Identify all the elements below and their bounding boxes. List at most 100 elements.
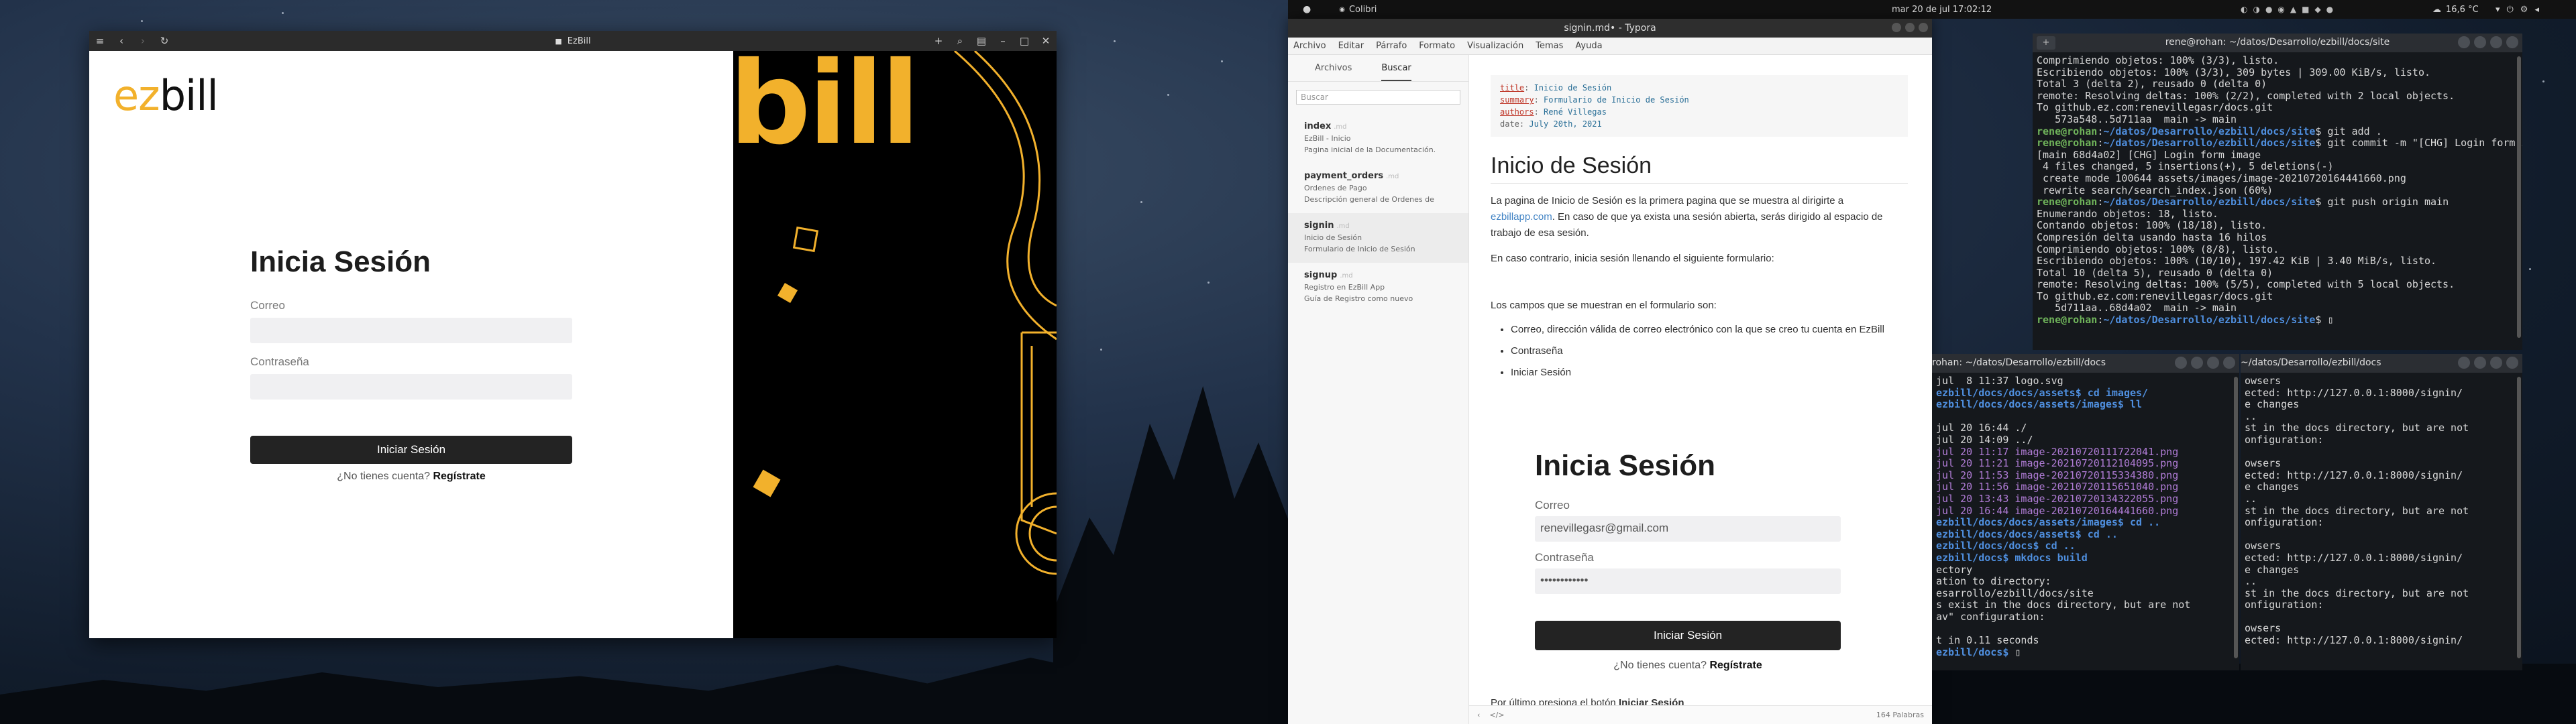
email-field[interactable] bbox=[250, 318, 572, 343]
menu-formato[interactable]: Formato bbox=[1419, 41, 1455, 51]
yaml-frontmatter[interactable]: title: Inicio de Sesión summary: Formula… bbox=[1491, 75, 1908, 137]
terminal-top[interactable]: + rene@rohan: ~/datos/Desarrollo/ezbill/… bbox=[2033, 34, 2522, 350]
signin-button[interactable]: Iniciar Sesión bbox=[250, 436, 572, 464]
active-app-name[interactable]: Colibri bbox=[1349, 5, 1377, 15]
sidebar-item-name: signin .md bbox=[1304, 221, 1350, 231]
sidebar-item-line2: Guía de Registro como nuevo bbox=[1304, 294, 1413, 303]
embed-signin-button: Iniciar Sesión bbox=[1535, 621, 1841, 650]
clock[interactable]: mar 20 de jul 17:02:12 bbox=[1892, 5, 1992, 15]
menu-icon[interactable] bbox=[2474, 36, 2486, 48]
doc-heading: Inicio de Sesión bbox=[1491, 153, 1908, 184]
tabs-icon[interactable]: ▤ bbox=[971, 31, 992, 51]
menu-editar[interactable]: Editar bbox=[1338, 41, 1364, 51]
minimize-icon[interactable] bbox=[2490, 357, 2502, 369]
back-icon[interactable]: ‹ bbox=[111, 31, 132, 51]
word-count[interactable]: 164 Palabras bbox=[1876, 711, 1924, 719]
terminal-bottom-left[interactable]: rohan: ~/datos/Desarrollo/ezbill/docs ju… bbox=[1932, 354, 2239, 670]
terminal-scrollbar[interactable] bbox=[2234, 377, 2238, 658]
embed-password-value: •••••••••••• bbox=[1535, 568, 1841, 594]
sidebar-item-line2: Descripción general de Ordenes de bbox=[1304, 195, 1434, 204]
password-field[interactable] bbox=[250, 374, 572, 400]
embed-title: Inicia Sesión bbox=[1535, 449, 1715, 482]
terminal-scrollbar[interactable] bbox=[2517, 56, 2521, 338]
sidebar-item-payment-orders[interactable]: payment_orders .md Ordenes de Pago Descri… bbox=[1288, 164, 1468, 213]
maximize-icon[interactable] bbox=[1905, 23, 1915, 32]
colibri-icon: ◉ bbox=[1339, 5, 1345, 13]
sidebar-item-line2: Formulario de Inicio de Sesión bbox=[1304, 245, 1415, 253]
minimize-icon[interactable] bbox=[2490, 36, 2502, 48]
menu-parrafo[interactable]: Párrafo bbox=[1376, 41, 1407, 51]
minimize-icon[interactable] bbox=[2207, 357, 2219, 369]
register-link[interactable]: Regístrate bbox=[433, 471, 485, 482]
browser-window: ≡ ‹ › ↻ ■ EzBill + ⌕ ▤ – □ ✕ ezbill Inic… bbox=[89, 31, 1057, 638]
weather-icon: ☁ bbox=[2432, 4, 2441, 15]
ezbillapp-link[interactable]: ezbillapp.com bbox=[1491, 211, 1552, 223]
menu-icon[interactable] bbox=[2191, 357, 2203, 369]
menu-archivo[interactable]: Archivo bbox=[1293, 41, 1326, 51]
search-icon[interactable] bbox=[2175, 357, 2187, 369]
list-item: Contraseña bbox=[1511, 343, 1932, 359]
menu-visualizacion[interactable]: Visualización bbox=[1467, 41, 1523, 51]
tab-buscar[interactable]: Buscar bbox=[1381, 63, 1411, 81]
terminal-output: owsers ected: http://127.0.0.1:8000/sign… bbox=[2245, 375, 2469, 647]
terminal-output: Comprimiendo objetos: 100% (3/3), listo.… bbox=[2037, 54, 2522, 326]
tab-archivos[interactable]: Archivos bbox=[1315, 63, 1352, 81]
doc-field-list: Correo, dirección válida de correo elect… bbox=[1511, 322, 1932, 381]
menu-icon[interactable]: ≡ bbox=[89, 31, 111, 51]
close-icon[interactable]: ✕ bbox=[1035, 31, 1057, 51]
browser-title: ■ EzBill bbox=[555, 36, 590, 46]
ezbill-logo: ezbill bbox=[113, 71, 219, 120]
menu-icon[interactable] bbox=[2474, 357, 2486, 369]
doc-paragraph-2: En caso contrario, inicia sesión llenand… bbox=[1491, 253, 1774, 264]
sidebar-item-name: signup .md bbox=[1304, 270, 1353, 280]
typora-statusbar: ‹ </> 164 Palabras bbox=[1469, 705, 1932, 724]
art-shapes bbox=[753, 51, 1057, 575]
terminal-title: ~/datos/Desarrollo/ezbill/docs bbox=[2241, 357, 2381, 369]
menu-temas[interactable]: Temas bbox=[1536, 41, 1563, 51]
sidebar-toggle-icon[interactable]: ‹ bbox=[1477, 711, 1480, 719]
search-icon[interactable] bbox=[2458, 36, 2470, 48]
terminal-scrollbar[interactable] bbox=[2517, 377, 2521, 658]
email-label: Correo bbox=[250, 299, 285, 312]
source-mode-icon[interactable]: </> bbox=[1489, 711, 1504, 719]
close-icon[interactable] bbox=[1919, 23, 1928, 32]
login-panel: ezbill Inicia Sesión Correo Contraseña I… bbox=[89, 51, 733, 638]
typora-editor[interactable]: title: Inicio de Sesión summary: Formula… bbox=[1469, 55, 1932, 724]
new-tab-icon[interactable]: + bbox=[928, 31, 949, 51]
apple-icon[interactable]: ● bbox=[1303, 4, 1311, 15]
sidebar-item-line1: Ordenes de Pago bbox=[1304, 184, 1367, 192]
register-prompt: ¿No tienes cuenta? Regístrate bbox=[250, 471, 572, 483]
new-tab-icon[interactable]: + bbox=[2037, 36, 2055, 50]
search-icon[interactable] bbox=[2458, 357, 2470, 369]
minimize-icon[interactable]: – bbox=[992, 31, 1014, 51]
sidebar-item-index[interactable]: index .md EzBill - Inicio Pagina inicial … bbox=[1288, 114, 1468, 164]
temperature[interactable]: 16,6 °C bbox=[2446, 5, 2479, 15]
embed-register-prompt: ¿No tienes cuenta? Regístrate bbox=[1613, 660, 1762, 671]
embed-email-label: Correo bbox=[1535, 499, 1570, 511]
sidebar-item-name: index .md bbox=[1304, 121, 1347, 131]
login-form: Inicia Sesión Correo Contraseña Iniciar … bbox=[250, 245, 572, 483]
sidebar-item-name: payment_orders .md bbox=[1304, 171, 1399, 181]
sidebar-item-line1: Registro en EzBill App bbox=[1304, 283, 1385, 292]
sidebar-item-line1: EzBill - Inicio bbox=[1304, 134, 1351, 143]
typora-menubar: Archivo Editar Párrafo Formato Visualiza… bbox=[1288, 38, 1932, 55]
menu-ayuda[interactable]: Ayuda bbox=[1575, 41, 1602, 51]
close-icon[interactable] bbox=[2506, 357, 2518, 369]
sidebar-search-input[interactable]: Buscar bbox=[1296, 90, 1460, 105]
system-menu-icons[interactable]: ▾⏻⚙◂ bbox=[2496, 5, 2546, 15]
typora-title: signin.md• - Typora bbox=[1564, 23, 1656, 34]
maximize-icon[interactable]: □ bbox=[1014, 31, 1035, 51]
terminal-bottom-right[interactable]: ~/datos/Desarrollo/ezbill/docs owsers ec… bbox=[2241, 354, 2522, 670]
terminal-title: rohan: ~/datos/Desarrollo/ezbill/docs bbox=[1932, 357, 2106, 369]
reload-icon[interactable]: ↻ bbox=[154, 31, 175, 51]
close-icon[interactable] bbox=[2506, 36, 2518, 48]
sidebar-tabs: Archivos Buscar bbox=[1288, 55, 1468, 82]
tray-icons: ◐◑●◉▲■◆● bbox=[2241, 5, 2339, 14]
sidebar-item-signin[interactable]: signin .md Inicio de Sesión Formulario de… bbox=[1288, 213, 1468, 263]
password-label: Contraseña bbox=[250, 355, 309, 368]
minimize-icon[interactable] bbox=[1892, 23, 1901, 32]
search-icon[interactable]: ⌕ bbox=[949, 31, 971, 51]
sidebar-item-signup[interactable]: signup .md Registro en EzBill App Guía de… bbox=[1288, 263, 1468, 312]
close-icon[interactable] bbox=[2223, 357, 2235, 369]
forward-icon[interactable]: › bbox=[132, 31, 154, 51]
